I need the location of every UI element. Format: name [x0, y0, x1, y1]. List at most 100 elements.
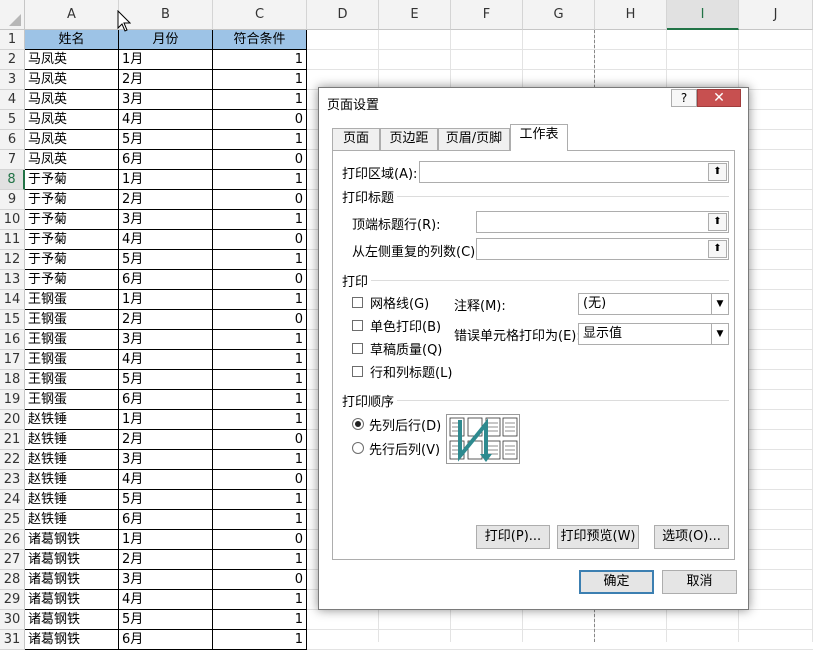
row-header-9[interactable]: 9 — [0, 190, 25, 210]
errors-select[interactable]: 显示值 ▼ — [578, 323, 729, 345]
tab-sheet[interactable]: 工作表 — [510, 124, 568, 151]
row-header-8[interactable]: 8 — [0, 170, 25, 190]
rows-repeat-collapse-icon[interactable]: ⬆ — [708, 213, 727, 231]
table-cell[interactable]: 3月 — [119, 90, 213, 110]
column-header-e[interactable]: E — [379, 0, 451, 30]
column-header-j[interactable]: J — [739, 0, 813, 30]
table-cell[interactable]: 1 — [213, 490, 307, 510]
table-cell[interactable]: 赵铁锤 — [25, 470, 119, 490]
down-then-over-radio[interactable] — [352, 418, 364, 430]
table-cell[interactable]: 1月 — [119, 290, 213, 310]
row-col-headings-checkbox[interactable] — [352, 366, 363, 377]
table-cell[interactable]: 于予菊 — [25, 230, 119, 250]
row-header-10[interactable]: 10 — [0, 210, 25, 230]
column-header-b[interactable]: B — [119, 0, 213, 30]
table-cell[interactable]: 马凤英 — [25, 110, 119, 130]
column-header-d[interactable]: D — [307, 0, 379, 30]
close-button[interactable]: ✕ — [697, 89, 741, 107]
tab-page[interactable]: 页面 — [332, 128, 380, 150]
tab-header-footer[interactable]: 页眉/页脚 — [438, 128, 510, 150]
row-header-28[interactable]: 28 — [0, 570, 25, 590]
table-cell[interactable]: 1 — [213, 90, 307, 110]
table-cell[interactable]: 1月 — [119, 530, 213, 550]
table-cell[interactable]: 于予菊 — [25, 250, 119, 270]
table-cell[interactable]: 1 — [213, 290, 307, 310]
table-cell[interactable]: 2月 — [119, 70, 213, 90]
table-cell[interactable]: 于予菊 — [25, 270, 119, 290]
table-cell[interactable]: 0 — [213, 310, 307, 330]
ok-button[interactable]: 确定 — [579, 570, 654, 594]
table-cell[interactable]: 赵铁锤 — [25, 450, 119, 470]
row-header-5[interactable]: 5 — [0, 110, 25, 130]
column-header-c[interactable]: C — [213, 0, 307, 30]
table-cell[interactable]: 2月 — [119, 190, 213, 210]
table-cell[interactable]: 0 — [213, 230, 307, 250]
table-cell[interactable]: 6月 — [119, 510, 213, 530]
table-cell[interactable]: 0 — [213, 110, 307, 130]
table-cell[interactable]: 1月 — [119, 410, 213, 430]
row-header-29[interactable]: 29 — [0, 590, 25, 610]
tab-margins[interactable]: 页边距 — [380, 128, 438, 150]
row-header-3[interactable]: 3 — [0, 70, 25, 90]
print-area-input[interactable] — [419, 161, 729, 183]
row-header-13[interactable]: 13 — [0, 270, 25, 290]
table-cell[interactable]: 5月 — [119, 250, 213, 270]
table-cell[interactable]: 2月 — [119, 550, 213, 570]
table-cell[interactable]: 王钢蛋 — [25, 350, 119, 370]
row-header-7[interactable]: 7 — [0, 150, 25, 170]
table-cell[interactable]: 4月 — [119, 110, 213, 130]
row-header-31[interactable]: 31 — [0, 630, 25, 650]
options-button[interactable]: 选项(O)... — [654, 525, 729, 549]
column-header-a[interactable]: A — [25, 0, 119, 30]
table-cell[interactable]: 1 — [213, 130, 307, 150]
row-header-30[interactable]: 30 — [0, 610, 25, 630]
table-cell[interactable]: 马凤英 — [25, 130, 119, 150]
table-cell[interactable]: 1 — [213, 70, 307, 90]
table-cell[interactable]: 赵铁锤 — [25, 490, 119, 510]
table-cell[interactable]: 马凤英 — [25, 50, 119, 70]
table-cell[interactable]: 3月 — [119, 570, 213, 590]
row-header-20[interactable]: 20 — [0, 410, 25, 430]
table-cell[interactable]: 1 — [213, 250, 307, 270]
row-header-19[interactable]: 19 — [0, 390, 25, 410]
table-cell[interactable]: 3月 — [119, 210, 213, 230]
table-cell[interactable]: 4月 — [119, 470, 213, 490]
table-cell[interactable]: 4月 — [119, 590, 213, 610]
table-cell[interactable]: 6月 — [119, 150, 213, 170]
header-cell-1[interactable]: 月份 — [119, 30, 213, 50]
row-header-27[interactable]: 27 — [0, 550, 25, 570]
table-cell[interactable]: 1 — [213, 170, 307, 190]
table-cell[interactable]: 2月 — [119, 310, 213, 330]
table-cell[interactable]: 3月 — [119, 450, 213, 470]
table-cell[interactable]: 1 — [213, 610, 307, 630]
table-cell[interactable]: 4月 — [119, 350, 213, 370]
table-cell[interactable]: 3月 — [119, 330, 213, 350]
table-cell[interactable]: 1 — [213, 590, 307, 610]
table-cell[interactable]: 1月 — [119, 170, 213, 190]
table-cell[interactable]: 于予菊 — [25, 170, 119, 190]
table-cell[interactable]: 4月 — [119, 230, 213, 250]
row-header-1[interactable]: 1 — [0, 30, 25, 50]
row-header-17[interactable]: 17 — [0, 350, 25, 370]
table-cell[interactable]: 王钢蛋 — [25, 370, 119, 390]
table-cell[interactable]: 1 — [213, 390, 307, 410]
row-header-15[interactable]: 15 — [0, 310, 25, 330]
column-header-f[interactable]: F — [451, 0, 523, 30]
table-cell[interactable]: 0 — [213, 150, 307, 170]
table-cell[interactable]: 5月 — [119, 130, 213, 150]
row-header-14[interactable]: 14 — [0, 290, 25, 310]
print-preview-button[interactable]: 打印预览(W) — [557, 525, 639, 549]
table-cell[interactable]: 1 — [213, 630, 307, 650]
row-header-12[interactable]: 12 — [0, 250, 25, 270]
table-cell[interactable]: 0 — [213, 470, 307, 490]
chevron-down-icon[interactable]: ▼ — [711, 324, 728, 344]
table-cell[interactable]: 1 — [213, 550, 307, 570]
column-header-h[interactable]: H — [595, 0, 667, 30]
cancel-button[interactable]: 取消 — [662, 570, 737, 594]
row-header-25[interactable]: 25 — [0, 510, 25, 530]
table-cell[interactable]: 诸葛钢铁 — [25, 610, 119, 630]
table-cell[interactable]: 5月 — [119, 370, 213, 390]
table-cell[interactable]: 1 — [213, 350, 307, 370]
row-header-4[interactable]: 4 — [0, 90, 25, 110]
table-cell[interactable]: 1 — [213, 50, 307, 70]
